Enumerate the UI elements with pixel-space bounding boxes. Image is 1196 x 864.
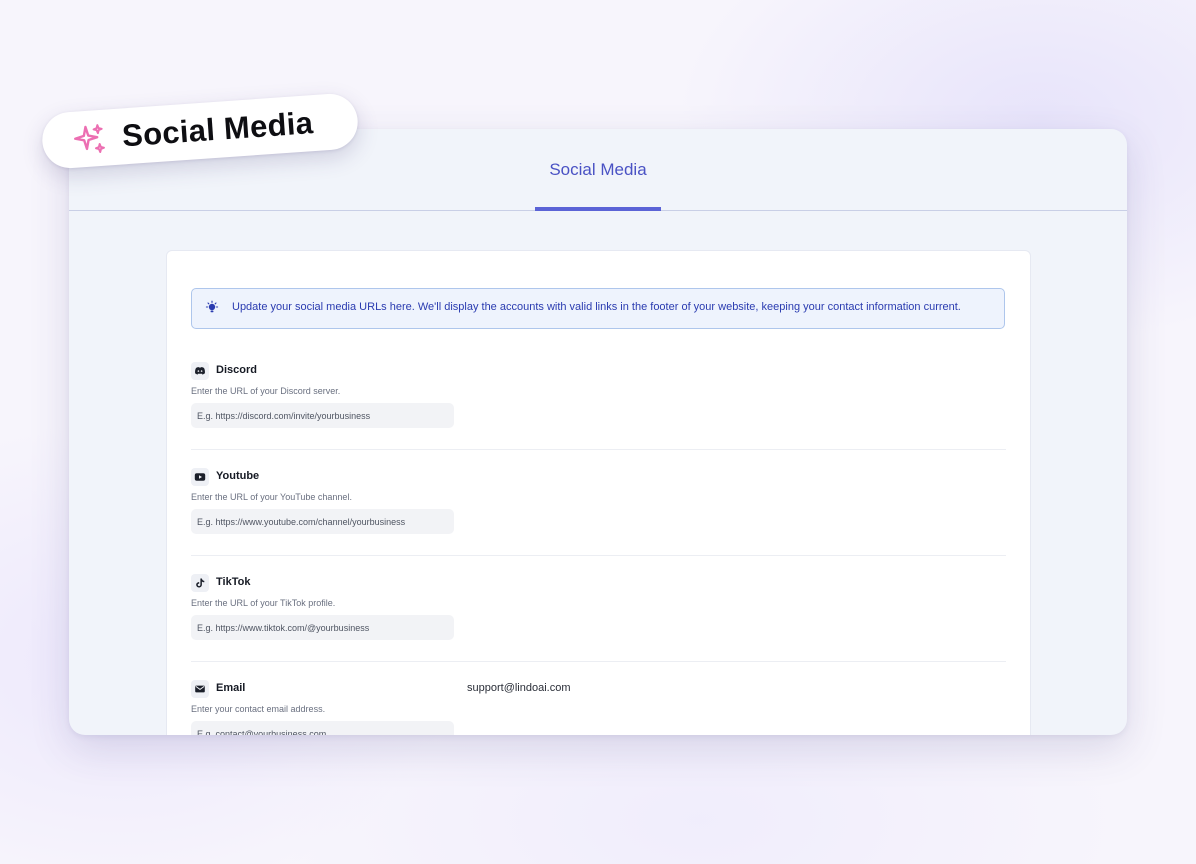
- lightbulb-icon: [204, 300, 220, 316]
- tiktok-field-group: TikTok Enter the URL of your TikTok prof…: [191, 574, 1006, 679]
- active-tab-indicator: [535, 207, 661, 211]
- tiktok-field-title: TikTok: [216, 576, 251, 588]
- youtube-url-input[interactable]: [191, 509, 454, 534]
- badge-label: Social Media: [120, 105, 315, 154]
- discord-url-input[interactable]: [191, 403, 454, 428]
- info-banner: Update your social media URLs here. We'l…: [191, 288, 1005, 329]
- email-current-value: support@lindoai.com: [467, 682, 571, 694]
- tiktok-url-input[interactable]: [191, 615, 454, 640]
- settings-window: Social Media Update your social media UR…: [69, 129, 1127, 735]
- discord-icon: [191, 362, 209, 380]
- social-media-card: Update your social media URLs here. We'l…: [166, 250, 1031, 735]
- discord-field-title: Discord: [216, 364, 257, 376]
- mail-icon: [191, 680, 209, 698]
- youtube-icon: [191, 468, 209, 486]
- youtube-field-title: Youtube: [216, 470, 260, 482]
- discord-field-description: Enter the URL of your Discord server.: [191, 386, 341, 396]
- email-input[interactable]: [191, 721, 454, 735]
- tiktok-icon: [191, 574, 209, 592]
- tab-label: Social Media: [549, 160, 647, 179]
- email-field-title: Email: [216, 682, 246, 694]
- sparkles-icon: [71, 121, 109, 159]
- youtube-field-group: Youtube Enter the URL of your YouTube ch…: [191, 468, 1006, 573]
- tiktok-field-description: Enter the URL of your TikTok profile.: [191, 598, 336, 608]
- email-field-description: Enter your contact email address.: [191, 704, 326, 714]
- email-field-group: Email Enter your contact email address. …: [191, 680, 1006, 735]
- info-banner-text: Update your social media URLs here. We'l…: [232, 301, 961, 313]
- youtube-field-description: Enter the URL of your YouTube channel.: [191, 492, 352, 502]
- tab-social-media[interactable]: Social Media: [535, 129, 661, 211]
- discord-field-group: Discord Enter the URL of your Discord se…: [191, 362, 1006, 467]
